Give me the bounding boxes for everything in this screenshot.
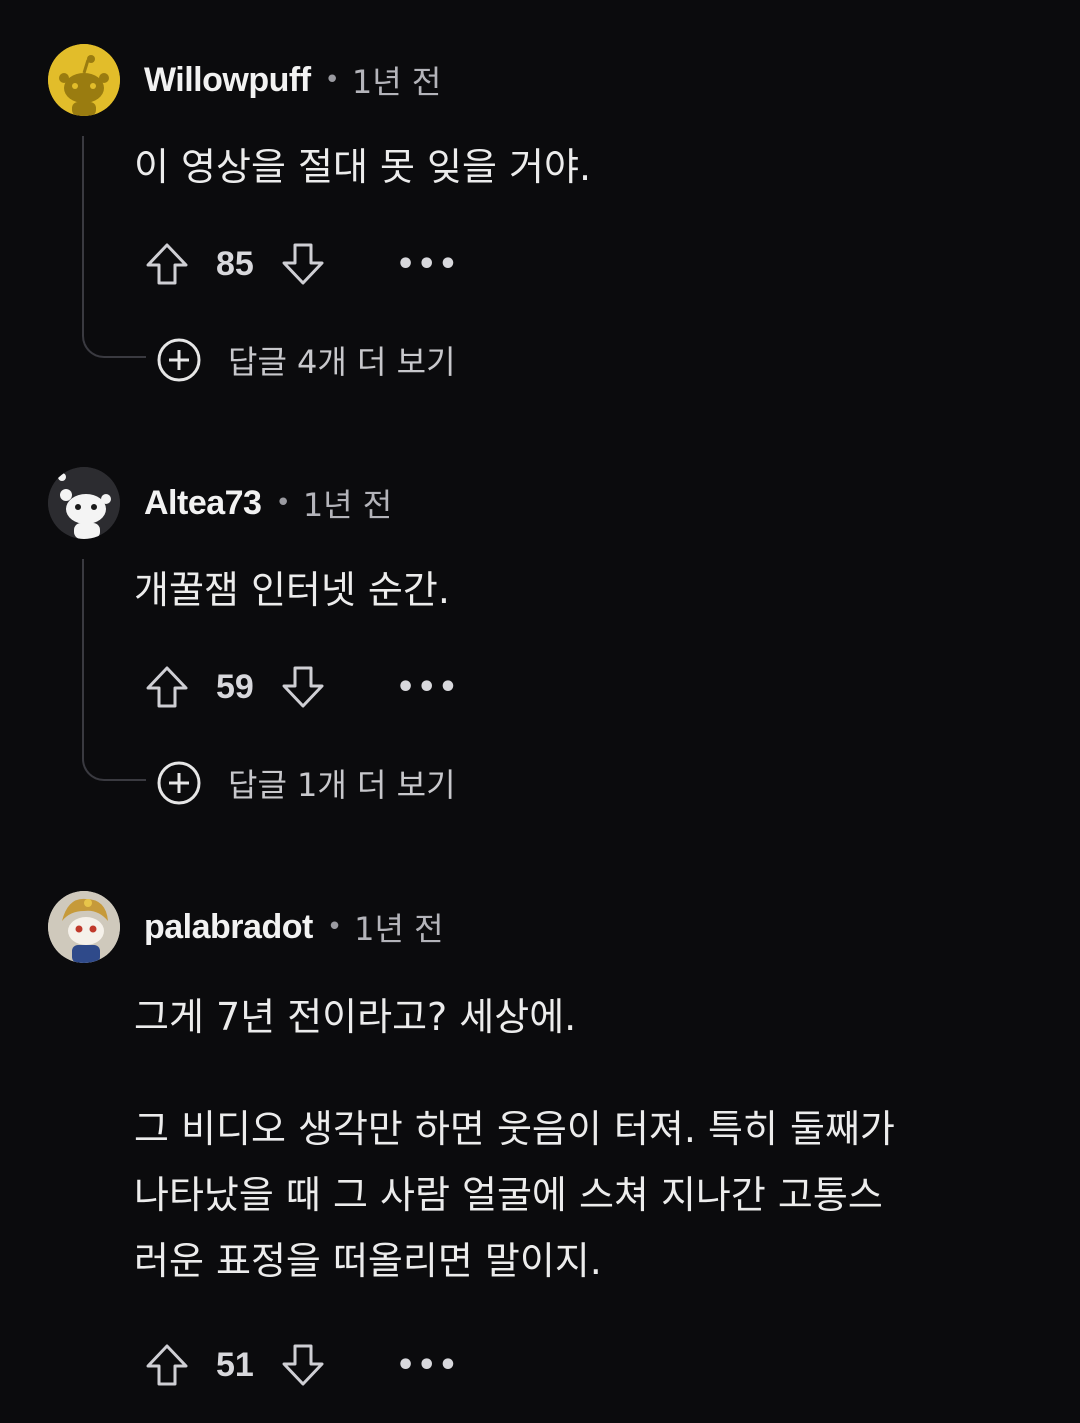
comment-body: 이 영상을 절대 못 잊을 거야. [134,134,591,200]
vote-score: 51 [216,1345,254,1384]
comment-header: palabradot • 1년 전 [144,891,444,963]
username[interactable]: Willowpuff [144,61,311,100]
username[interactable]: palabradot [144,908,313,947]
white-snoo-avatar-icon [48,467,120,539]
comment-actions: 59 ••• [144,661,460,713]
downvote-icon[interactable] [280,241,326,287]
downvote-icon[interactable] [280,664,326,710]
avatar[interactable] [48,467,120,539]
vote-score: 85 [216,244,254,283]
more-replies-label: 답글 1개 더 보기 [228,766,456,804]
yellow-snoo-avatar-icon [48,44,120,116]
plus-circle-icon [157,338,201,382]
upvote-icon[interactable] [144,664,190,710]
comment-paragraph: 개꿀잼 인터넷 순간. [134,568,450,612]
timestamp: 1년 전 [354,910,444,948]
timestamp: 1년 전 [302,486,393,524]
comment-header: Willowpuff • 1년 전 [144,44,441,116]
separator-dot: • [324,65,340,95]
comment-paragraph: 그 비디오 생각만 하면 웃음이 터져. 특히 둘째가 나타났을 때 그 사람 … [134,1107,895,1283]
comment-actions: 51 ••• [144,1339,460,1391]
comment-paragraph: 그게 7년 전이라고? 세상에. [134,995,577,1039]
more-options-button[interactable]: ••• [396,1348,460,1383]
timestamp: 1년 전 [351,63,442,101]
comment-body: 그게 7년 전이라고? 세상에. 그 비디오 생각만 하면 웃음이 터져. 특히… [134,984,895,1294]
upvote-icon[interactable] [144,1342,190,1388]
downvote-icon[interactable] [280,1342,326,1388]
avatar[interactable] [48,44,120,116]
separator-dot: • [326,912,343,942]
comment-body: 개꿀잼 인터넷 순간. [134,557,450,623]
separator-dot: • [275,488,291,518]
more-options-button[interactable]: ••• [396,670,460,705]
comment-paragraph: 이 영상을 절대 못 잊을 거야. [134,145,592,189]
more-options-button[interactable]: ••• [396,247,460,282]
comment-header: Altea73 • 1년 전 [144,467,392,539]
plus-circle-icon [157,761,201,805]
more-replies-button[interactable]: 답글 1개 더 보기 [156,759,456,807]
more-replies-button[interactable]: 답글 4개 더 보기 [156,336,456,384]
more-replies-label: 답글 4개 더 보기 [228,343,456,381]
upvote-icon[interactable] [144,241,190,287]
custom-snoo-avatar-icon [48,891,120,963]
comment-actions: 85 ••• [144,238,460,290]
avatar[interactable] [48,891,120,963]
vote-score: 59 [216,667,254,706]
username[interactable]: Altea73 [144,484,262,523]
